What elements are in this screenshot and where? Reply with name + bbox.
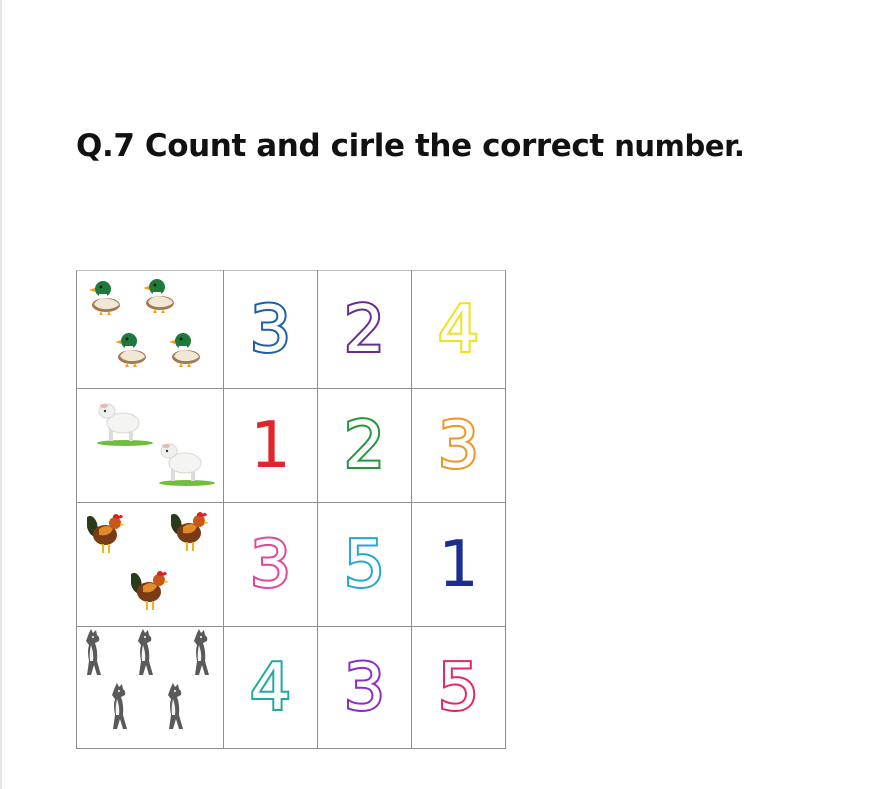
number-option[interactable]: 3 bbox=[436, 412, 481, 480]
number-option[interactable]: 5 bbox=[342, 531, 387, 599]
number-option[interactable]: 3 bbox=[342, 654, 387, 722]
picture-cell-dogs bbox=[76, 626, 224, 749]
option-cell[interactable]: 3 bbox=[317, 626, 412, 749]
question-last-word: number. bbox=[614, 129, 745, 163]
option-cell[interactable]: 1 bbox=[223, 388, 318, 503]
option-cell[interactable]: 3 bbox=[223, 502, 318, 627]
dog-icon bbox=[138, 629, 153, 675]
option-cell[interactable]: 3 bbox=[411, 388, 506, 503]
rooster-group bbox=[77, 503, 223, 626]
question-title: Q.7 Count and cirle the correct number. bbox=[76, 128, 745, 164]
option-cell[interactable]: 4 bbox=[411, 270, 506, 389]
dog-icon bbox=[194, 629, 209, 675]
number-option[interactable]: 1 bbox=[438, 533, 479, 597]
picture-cell-ducks bbox=[76, 270, 224, 389]
counting-table: 3 2 4 1 2 3 3 5 1 4 3 5 bbox=[76, 270, 506, 749]
dog-group bbox=[77, 627, 223, 748]
rooster-icon bbox=[87, 514, 125, 553]
option-cell[interactable]: 5 bbox=[317, 502, 412, 627]
number-option[interactable]: 1 bbox=[250, 414, 291, 478]
question-text: Q.7 Count and cirle the correct bbox=[76, 128, 604, 164]
number-option[interactable]: 4 bbox=[436, 296, 481, 364]
duck-icon bbox=[143, 279, 174, 313]
duck-icon bbox=[89, 281, 120, 315]
duck-group bbox=[77, 271, 223, 388]
number-option[interactable]: 3 bbox=[248, 531, 293, 599]
picture-cell-roosters bbox=[76, 502, 224, 627]
duck-icon bbox=[169, 333, 200, 367]
sheep-icon bbox=[97, 403, 153, 446]
option-cell[interactable]: 3 bbox=[223, 270, 318, 389]
picture-cell-sheep bbox=[76, 388, 224, 503]
number-option[interactable]: 4 bbox=[248, 654, 293, 722]
sheep-group bbox=[77, 389, 223, 502]
rooster-icon bbox=[171, 512, 209, 551]
table-row-sheep: 1 2 3 bbox=[76, 388, 506, 503]
duck-icon bbox=[115, 333, 146, 367]
rooster-icon bbox=[131, 571, 169, 610]
table-row-dogs: 4 3 5 bbox=[76, 626, 506, 749]
number-option[interactable]: 2 bbox=[342, 412, 387, 480]
option-cell[interactable]: 1 bbox=[411, 502, 506, 627]
table-row-roosters: 3 5 1 bbox=[76, 502, 506, 627]
option-cell[interactable]: 5 bbox=[411, 626, 506, 749]
dog-icon bbox=[112, 683, 127, 729]
option-cell[interactable]: 2 bbox=[317, 388, 412, 503]
page-edge bbox=[0, 0, 2, 789]
option-cell[interactable]: 4 bbox=[223, 626, 318, 749]
number-option[interactable]: 3 bbox=[248, 296, 293, 364]
dog-icon bbox=[168, 683, 183, 729]
table-row-ducks: 3 2 4 bbox=[76, 270, 506, 389]
number-option[interactable]: 2 bbox=[342, 296, 387, 364]
number-option[interactable]: 5 bbox=[436, 654, 481, 722]
option-cell[interactable]: 2 bbox=[317, 270, 412, 389]
sheep-icon bbox=[159, 443, 215, 486]
dog-icon bbox=[86, 629, 101, 675]
